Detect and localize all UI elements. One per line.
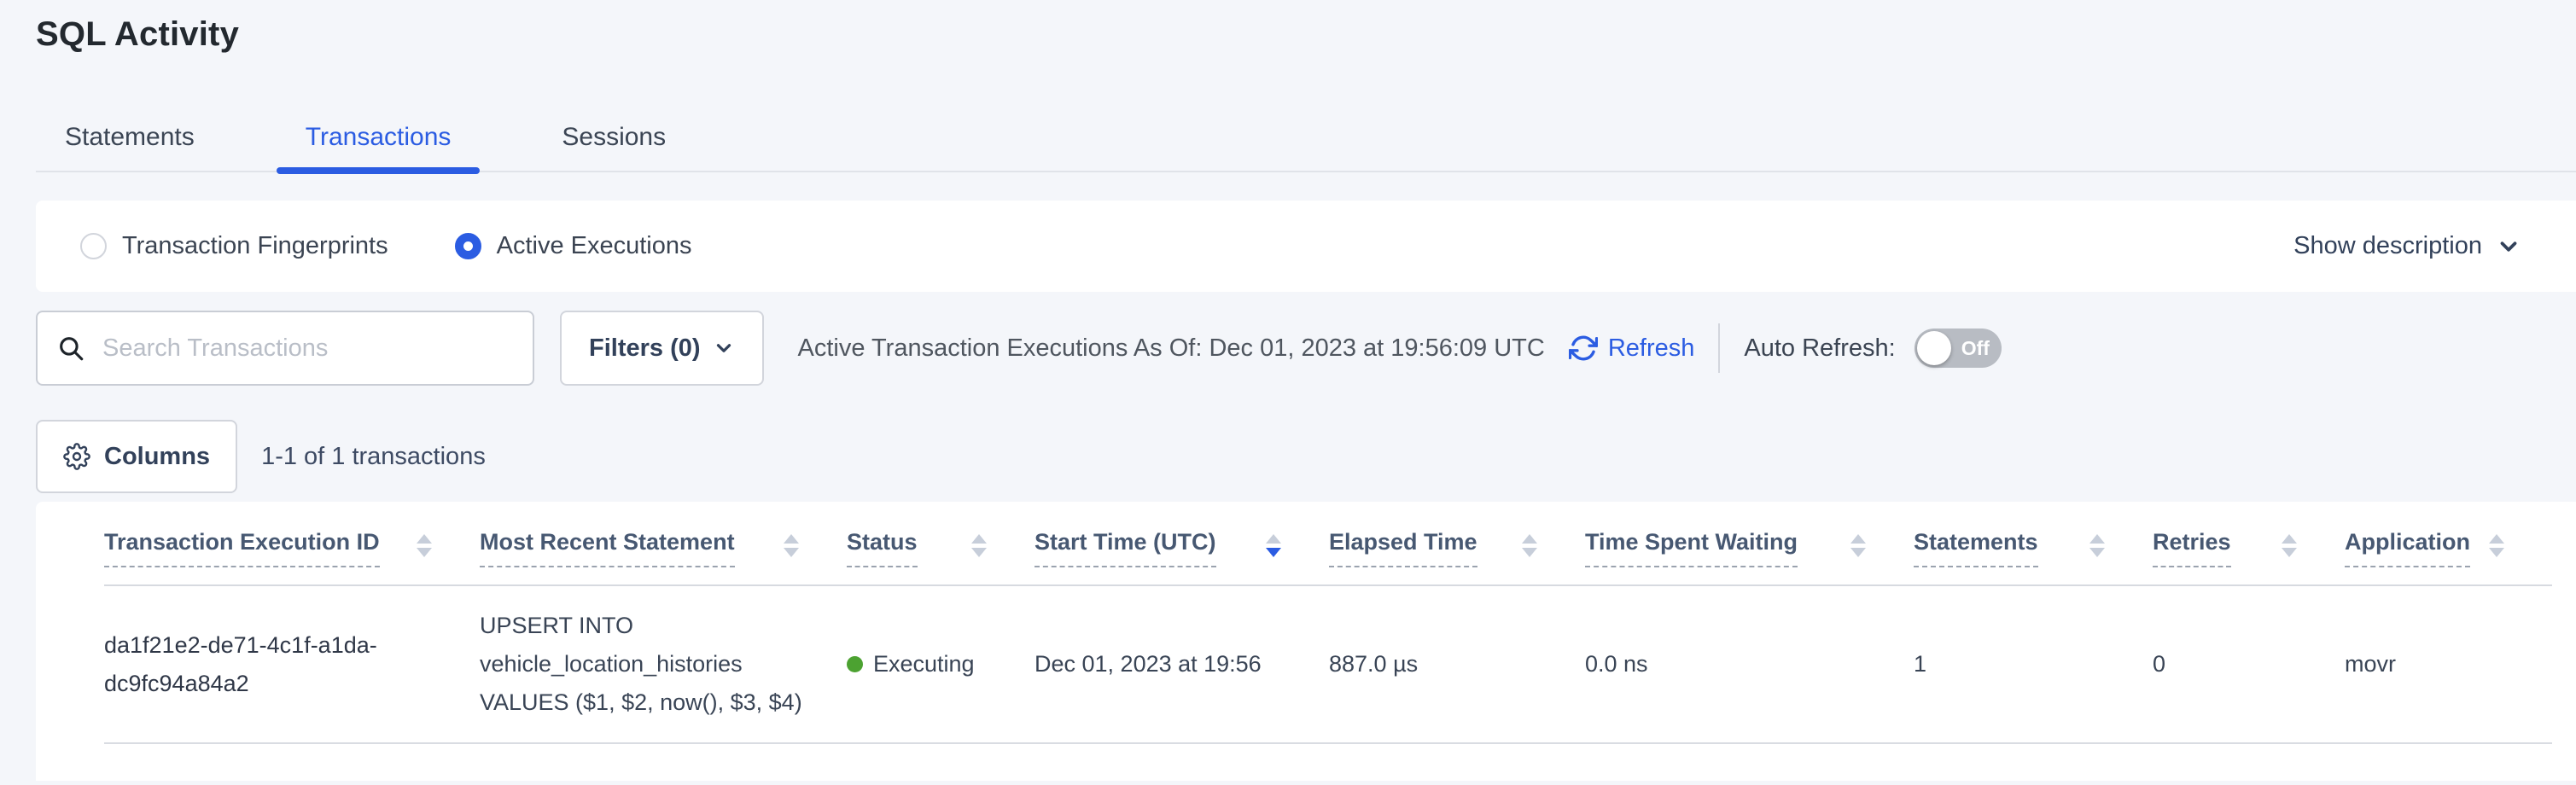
auto-refresh-toggle[interactable]: Off — [1915, 329, 2002, 368]
columns-button[interactable]: Columns — [36, 420, 237, 493]
sort-icon[interactable] — [2489, 529, 2504, 557]
cell-start-time: Dec 01, 2023 at 19:56 — [1034, 645, 1329, 683]
search-box[interactable] — [36, 311, 534, 386]
refresh-label: Refresh — [1608, 334, 1695, 363]
tab-sessions[interactable]: Sessions — [533, 118, 695, 171]
cell-transaction-execution-id[interactable]: da1f21e2-de71-4c1f-a1da-dc9fc94a84a2 — [104, 626, 480, 703]
cell-most-recent-statement: UPSERT INTO vehicle_location_histories V… — [480, 607, 847, 722]
column-header-retries[interactable]: Retries — [2153, 529, 2345, 567]
radio-active-executions[interactable]: Active Executions — [455, 232, 692, 260]
radio-label: Active Executions — [497, 232, 692, 260]
search-input[interactable] — [102, 334, 514, 363]
chevron-down-icon — [2496, 234, 2521, 259]
page-title: SQL Activity — [36, 15, 239, 54]
cell-time-spent-waiting: 0.0 ns — [1585, 645, 1914, 683]
column-header-application[interactable]: Application — [2345, 529, 2552, 567]
view-mode-card: Transaction Fingerprints Active Executio… — [36, 201, 2576, 292]
sort-icon[interactable] — [971, 529, 987, 557]
toolbar-divider — [1718, 323, 1720, 373]
radio-label: Transaction Fingerprints — [122, 232, 388, 260]
filters-button[interactable]: Filters (0) — [560, 311, 764, 386]
refresh-button[interactable]: Refresh — [1569, 334, 1695, 363]
as-of-timestamp: Active Transaction Executions As Of: Dec… — [798, 334, 1545, 363]
sql-activity-page: SQL Activity Statements Transactions Ses… — [0, 0, 2576, 785]
filters-label: Filters (0) — [589, 334, 701, 363]
sort-icon[interactable] — [2282, 529, 2297, 557]
tab-statements[interactable]: Statements — [36, 118, 224, 171]
refresh-icon — [1569, 334, 1598, 363]
toolbar: Filters (0) Active Transaction Execution… — [36, 311, 2552, 386]
toggle-state-label: Off — [1961, 337, 1990, 360]
sort-icon[interactable] — [1522, 529, 1537, 557]
cell-retries: 0 — [2153, 645, 2345, 683]
cell-statements: 1 — [1914, 645, 2153, 683]
auto-refresh-control: Auto Refresh: Off — [1744, 329, 2001, 368]
transactions-table: Transaction Execution ID Most Recent Sta… — [36, 502, 2576, 781]
toggle-knob[interactable] — [1917, 331, 1951, 365]
radio-transaction-fingerprints[interactable]: Transaction Fingerprints — [80, 232, 388, 260]
status-label: Executing — [873, 645, 975, 683]
sort-icon[interactable] — [2089, 529, 2105, 557]
cell-application: movr — [2345, 645, 2552, 683]
table-header-row: Transaction Execution ID Most Recent Sta… — [104, 502, 2552, 586]
sort-icon[interactable] — [784, 529, 799, 557]
radio-circle-icon[interactable] — [455, 233, 481, 259]
table-row[interactable]: da1f21e2-de71-4c1f-a1da-dc9fc94a84a2 UPS… — [104, 586, 2552, 744]
radio-circle-icon[interactable] — [80, 233, 107, 259]
cell-elapsed-time: 887.0 µs — [1329, 645, 1585, 683]
result-count: 1-1 of 1 transactions — [261, 443, 486, 471]
table-controls: Columns 1-1 of 1 transactions — [36, 420, 486, 493]
tab-transactions[interactable]: Transactions — [277, 118, 481, 171]
column-header-time-spent-waiting[interactable]: Time Spent Waiting — [1585, 529, 1914, 567]
sort-icon[interactable] — [1850, 529, 1866, 557]
tab-bar: Statements Transactions Sessions — [36, 118, 2576, 172]
sort-icon[interactable] — [1266, 529, 1281, 557]
chevron-down-icon — [713, 337, 735, 359]
show-description-label: Show description — [2293, 232, 2482, 260]
columns-label: Columns — [104, 443, 210, 471]
gear-icon — [63, 443, 90, 470]
column-header-most-recent-statement[interactable]: Most Recent Statement — [480, 529, 847, 567]
column-header-elapsed-time[interactable]: Elapsed Time — [1329, 529, 1585, 567]
column-header-start-time[interactable]: Start Time (UTC) — [1034, 529, 1329, 567]
column-header-transaction-execution-id[interactable]: Transaction Execution ID — [104, 529, 480, 567]
show-description-toggle[interactable]: Show description — [2293, 232, 2521, 260]
search-icon — [56, 334, 85, 363]
sort-icon[interactable] — [417, 529, 432, 557]
column-header-status[interactable]: Status — [847, 529, 1034, 567]
auto-refresh-label: Auto Refresh: — [1744, 334, 1895, 363]
column-header-statements[interactable]: Statements — [1914, 529, 2153, 567]
status-executing-dot-icon — [847, 656, 863, 672]
cell-status: Executing — [847, 645, 1034, 683]
